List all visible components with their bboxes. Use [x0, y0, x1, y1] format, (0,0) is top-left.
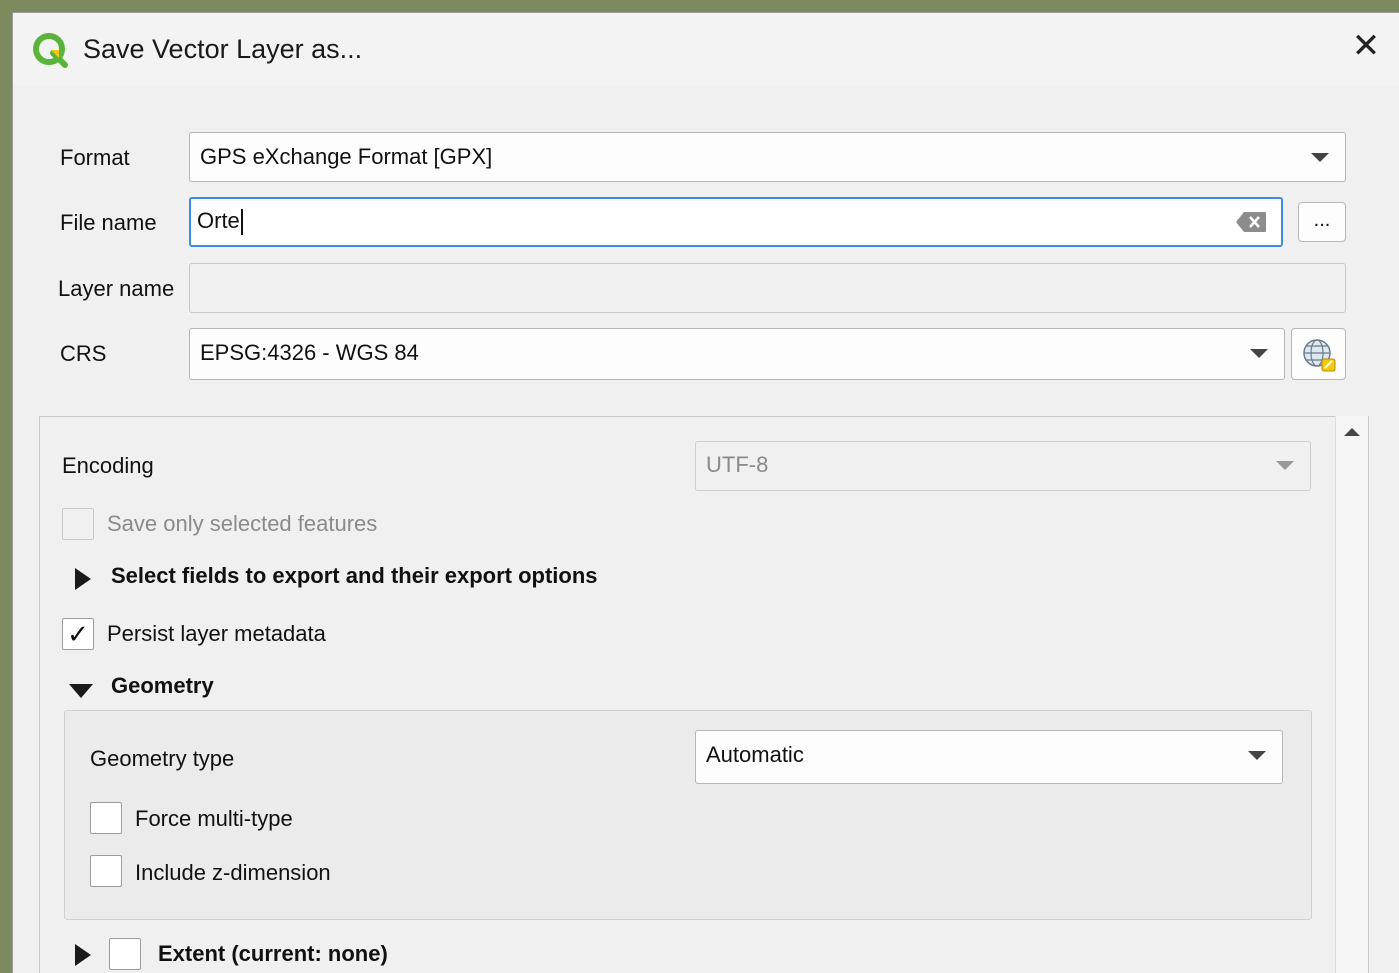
layer-name-label: Layer name	[58, 276, 175, 301]
chevron-down-icon	[1248, 751, 1266, 760]
save-selected-checkbox[interactable]	[62, 508, 94, 540]
force-multi-type-checkbox[interactable]	[90, 802, 122, 834]
format-combobox[interactable]: GPS eXchange Format [GPX]	[189, 132, 1346, 182]
file-name-input[interactable]: Orte	[189, 197, 1283, 247]
encoding-value: UTF-8	[706, 452, 769, 477]
geometry-section-header[interactable]: Geometry	[111, 671, 214, 701]
collapse-arrow-icon[interactable]	[69, 684, 93, 698]
crs-combobox[interactable]: EPSG:4326 - WGS 84	[189, 328, 1285, 380]
extent-checkbox[interactable]	[109, 938, 141, 970]
clear-text-icon[interactable]	[1235, 211, 1267, 233]
title-bar: Save Vector Layer as... ✕	[13, 13, 1399, 85]
expand-arrow-icon[interactable]	[75, 944, 91, 966]
window-title: Save Vector Layer as...	[83, 34, 363, 64]
encoding-combobox[interactable]: UTF-8	[695, 441, 1311, 491]
save-selected-label: Save only selected features	[107, 511, 378, 536]
file-name-label: File name	[60, 210, 157, 235]
qgis-logo-icon	[33, 33, 68, 68]
chevron-down-icon	[1311, 153, 1329, 162]
scroll-up-arrow-icon[interactable]	[1344, 428, 1360, 436]
text-caret	[240, 209, 243, 236]
expand-arrow-icon[interactable]	[75, 568, 91, 590]
chevron-down-icon	[1276, 461, 1294, 470]
close-button[interactable]: ✕	[1346, 27, 1386, 67]
crs-selector-button[interactable]	[1291, 328, 1346, 380]
vertical-scrollbar[interactable]	[1335, 416, 1368, 973]
select-fields-section-header[interactable]: Select fields to export and their export…	[111, 561, 598, 591]
geometry-type-label: Geometry type	[90, 746, 235, 771]
browse-file-button[interactable]: ...	[1298, 202, 1346, 242]
crs-value: EPSG:4326 - WGS 84	[200, 340, 419, 365]
file-name-value: Orte	[197, 208, 240, 233]
geometry-type-value: Automatic	[706, 742, 804, 767]
encoding-label: Encoding	[62, 453, 154, 478]
extent-section-header[interactable]: Extent (current: none)	[158, 939, 388, 969]
crs-label: CRS	[60, 341, 107, 366]
layer-name-input[interactable]	[189, 263, 1346, 313]
include-z-checkbox[interactable]	[90, 855, 122, 887]
globe-crs-icon	[1302, 339, 1335, 372]
save-vector-layer-dialog: Save Vector Layer as... ✕ Format GPS eXc…	[12, 12, 1399, 973]
format-label: Format	[60, 145, 130, 170]
persist-metadata-label: Persist layer metadata	[107, 621, 326, 646]
include-z-label: Include z-dimension	[135, 860, 331, 885]
force-multi-type-label: Force multi-type	[135, 806, 293, 831]
persist-metadata-checkbox[interactable]: ✓	[62, 618, 94, 650]
format-value: GPS eXchange Format [GPX]	[200, 144, 493, 169]
geometry-type-combobox[interactable]: Automatic	[695, 730, 1283, 784]
chevron-down-icon	[1250, 349, 1268, 358]
